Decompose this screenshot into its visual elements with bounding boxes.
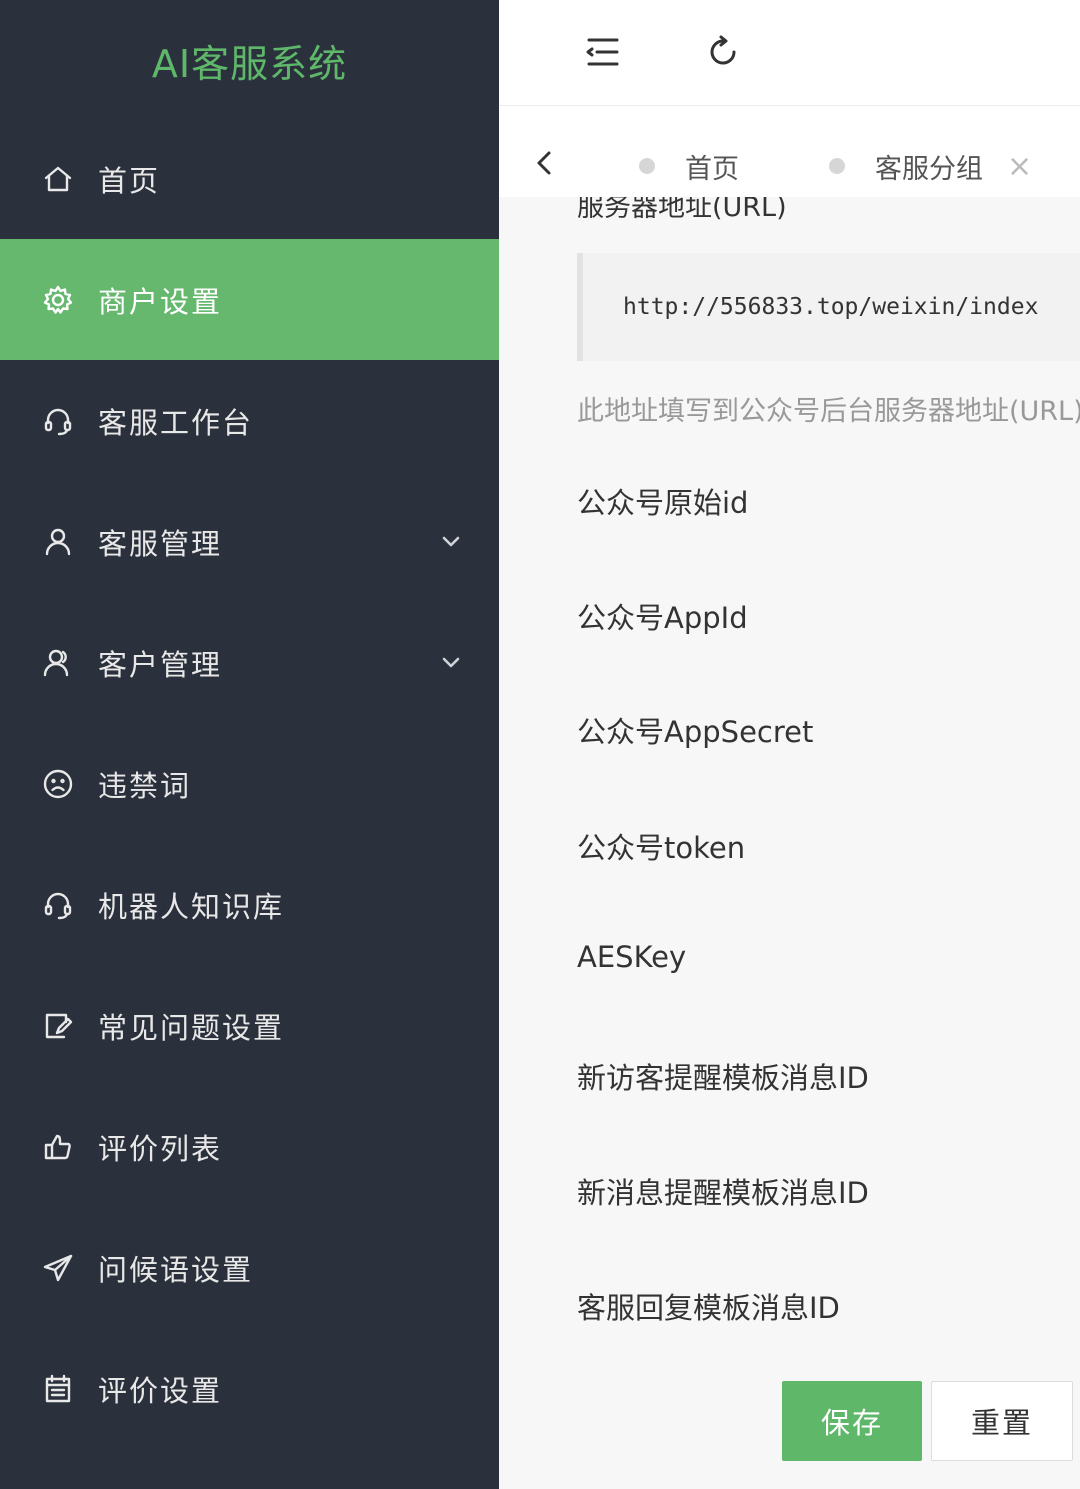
edit-note-icon [40,1008,76,1044]
field-label-original-id: 公众号原始id [577,486,749,520]
reset-button[interactable]: 重置 [931,1381,1073,1461]
main-content: 服务器地址(URL) http://556833.top/weixin/inde… [499,197,1080,1489]
tab-label: 首页 [685,153,739,185]
chevron-down-icon[interactable] [437,649,465,677]
field-label-reply-template-id: 客服回复模板消息ID [577,1291,840,1325]
field-label-new-visitor-template-id: 新访客提醒模板消息ID [577,1061,869,1095]
headset-icon [40,887,76,923]
close-icon[interactable]: × [1007,149,1032,184]
send-icon [40,1250,76,1286]
chevron-left-icon[interactable] [529,148,559,178]
sidebar-menu: 首页 商户设置 客服工作台 客服管理 客户管理 违禁词 机器人知识库 常见问题设… [0,118,499,1449]
menu-toggle-icon[interactable] [583,32,623,72]
field-label-token: 公众号token [577,831,746,865]
calendar-icon [40,1371,76,1407]
sidebar-item-label: 首页 [98,163,161,198]
thumbs-up-icon [40,1129,76,1165]
sidebar-item-label: 客服管理 [98,526,223,561]
server-url-label: 服务器地址(URL) [577,197,787,223]
sidebar-item-label: 常见问题设置 [98,1010,285,1045]
sidebar-item-robot-knowledge-base[interactable]: 机器人知识库 [0,844,499,965]
sidebar-item-home[interactable]: 首页 [0,118,499,239]
sidebar-item-label: 客服工作台 [98,405,254,440]
top-header [499,0,1080,105]
sidebar: AI客服系统 首页 商户设置 客服工作台 客服管理 客户管理 违禁词 机器人知识… [0,0,499,1489]
server-url-hint: 此地址填写到公众号后台服务器地址(URL) [577,396,1080,427]
sidebar-item-review-settings[interactable]: 评价设置 [0,1328,499,1449]
sidebar-item-agent-management[interactable]: 客服管理 [0,481,499,602]
tab-bar: 首页 客服分组 × [499,105,1080,197]
sidebar-item-greeting-settings[interactable]: 问候语设置 [0,1207,499,1328]
server-url-code: http://556833.top/weixin/index [577,253,1080,361]
sad-face-icon [40,766,76,802]
tab-dot [829,158,845,174]
sidebar-item-service-workbench[interactable]: 客服工作台 [0,360,499,481]
tab-label: 客服分组 [875,153,983,185]
sidebar-item-merchant-settings[interactable]: 商户设置 [0,239,499,360]
sidebar-item-customer-management[interactable]: 客户管理 [0,602,499,723]
sidebar-item-review-list[interactable]: 评价列表 [0,1086,499,1207]
headset-icon [40,403,76,439]
refresh-icon[interactable] [703,32,743,72]
tab-home[interactable]: 首页 [639,146,739,186]
gear-icon [40,282,76,318]
user-icon [40,524,76,560]
app-title: AI客服系统 [151,41,348,86]
tab-service-group[interactable]: 客服分组 × [829,146,1032,186]
home-icon [40,161,76,197]
sidebar-item-label: 商户设置 [98,284,223,319]
field-label-appid: 公众号AppId [577,601,748,635]
users-icon [40,645,76,681]
sidebar-item-label: 违禁词 [98,768,192,803]
sidebar-item-label: 客户管理 [98,647,223,682]
field-label-aeskey: AESKey [577,940,687,974]
sidebar-item-label: 问候语设置 [98,1252,254,1287]
field-label-new-message-template-id: 新消息提醒模板消息ID [577,1176,869,1210]
sidebar-item-label: 机器人知识库 [98,889,285,924]
chevron-down-icon[interactable] [437,528,465,556]
sidebar-item-label: 评价列表 [98,1131,223,1166]
sidebar-item-label: 评价设置 [98,1373,223,1408]
tab-dot [639,158,655,174]
sidebar-item-faq-settings[interactable]: 常见问题设置 [0,965,499,1086]
field-label-appsecret: 公众号AppSecret [577,715,814,749]
save-button[interactable]: 保存 [782,1381,922,1461]
sidebar-item-banned-words[interactable]: 违禁词 [0,723,499,844]
